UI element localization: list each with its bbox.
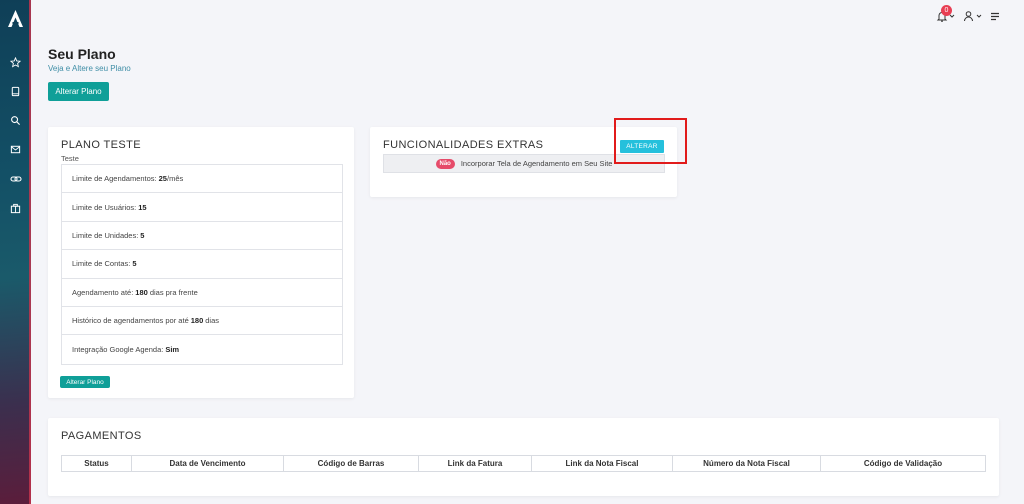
page-title: Seu Plano xyxy=(48,46,116,62)
limit-suffix: /mês xyxy=(166,174,184,184)
book-icon[interactable] xyxy=(8,84,23,99)
column-header: Número da Nota Fiscal xyxy=(672,455,821,472)
payments-card: PAGAMENTOS Status Data de Vencimento Cód… xyxy=(48,418,999,496)
limit-value: 5 xyxy=(132,259,137,269)
limit-value: 180 xyxy=(190,316,204,326)
alterar-plano-small-button[interactable]: Alterar Plano xyxy=(60,376,110,388)
limit-value: 25 xyxy=(158,174,167,184)
column-header: Data de Vencimento xyxy=(131,455,284,472)
limit-label: Integração Google Agenda: xyxy=(72,345,164,355)
plan-title: PLANO TESTE xyxy=(61,139,141,151)
menu-icon xyxy=(991,12,999,20)
user-menu[interactable] xyxy=(963,9,982,23)
link-icon[interactable] xyxy=(8,171,23,186)
plan-limits-list: Limite de Agendamentos: 25/mês Limite de … xyxy=(61,164,343,365)
limit-label: Histórico de agendamentos por até xyxy=(72,316,189,326)
limit-suffix: dias pra frente xyxy=(149,287,198,297)
limit-label: Agendamento até: xyxy=(72,287,134,297)
list-item: Integração Google Agenda: Sim xyxy=(62,335,342,363)
feature-label: Incorporar Tela de Agendamento em Seu Si… xyxy=(460,159,613,168)
column-header: Código de Barras xyxy=(283,455,419,472)
highlight-box xyxy=(614,118,687,164)
page-subtitle: Veja e Altere seu Plano xyxy=(48,64,131,73)
notification-bell[interactable]: 0 xyxy=(936,5,955,23)
briefcase-icon[interactable] xyxy=(8,201,23,216)
list-item: Limite de Contas: 5 xyxy=(62,250,342,279)
limit-value: 180 xyxy=(135,287,148,297)
list-item: Histórico de agendamentos por até 180 dias xyxy=(62,307,342,336)
limit-label: Limite de Usuários: xyxy=(72,202,137,212)
sidebar xyxy=(0,0,31,504)
column-header: Status xyxy=(61,455,132,472)
list-item: Agendamento até: 180 dias pra frente xyxy=(62,279,342,307)
list-item: Limite de Unidades: 5 xyxy=(62,222,342,251)
list-item: Limite de Usuários: 15 xyxy=(62,193,342,222)
plan-subtitle: Teste xyxy=(61,154,79,163)
payments-table: Status Data de Vencimento Código de Barr… xyxy=(61,455,986,472)
alterar-plano-button[interactable]: Alterar Plano xyxy=(48,82,109,101)
extras-title: FUNCIONALIDADES EXTRAS xyxy=(383,139,544,151)
plan-card: PLANO TESTE Teste Limite de Agendamentos… xyxy=(48,127,354,398)
star-icon[interactable] xyxy=(8,55,23,70)
column-header: Código de Validação xyxy=(820,455,986,472)
search-icon[interactable] xyxy=(8,113,23,128)
mail-icon[interactable] xyxy=(8,142,23,157)
status-badge: Não xyxy=(435,158,455,169)
menu-toggle[interactable] xyxy=(990,9,1000,23)
logo-icon[interactable] xyxy=(6,9,25,29)
notification-badge: 0 xyxy=(941,5,952,16)
limit-suffix: dias xyxy=(205,316,220,326)
limit-value: Sim xyxy=(165,345,180,355)
limit-value: 5 xyxy=(140,230,145,240)
payments-title: PAGAMENTOS xyxy=(61,430,142,442)
list-item: Limite de Agendamentos: 25/mês xyxy=(62,165,342,194)
limit-label: Limite de Unidades: xyxy=(72,230,139,240)
limit-value: 15 xyxy=(138,202,147,212)
sidebar-edge xyxy=(29,0,31,504)
column-header: Link da Nota Fiscal xyxy=(531,455,673,472)
table-header-row: Status Data de Vencimento Código de Barr… xyxy=(61,455,986,472)
chevron-down-icon xyxy=(976,14,982,18)
limit-label: Limite de Agendamentos: xyxy=(72,174,157,184)
user-icon xyxy=(964,11,973,22)
limit-label: Limite de Contas: xyxy=(72,259,131,269)
column-header: Link da Fatura xyxy=(418,455,532,472)
